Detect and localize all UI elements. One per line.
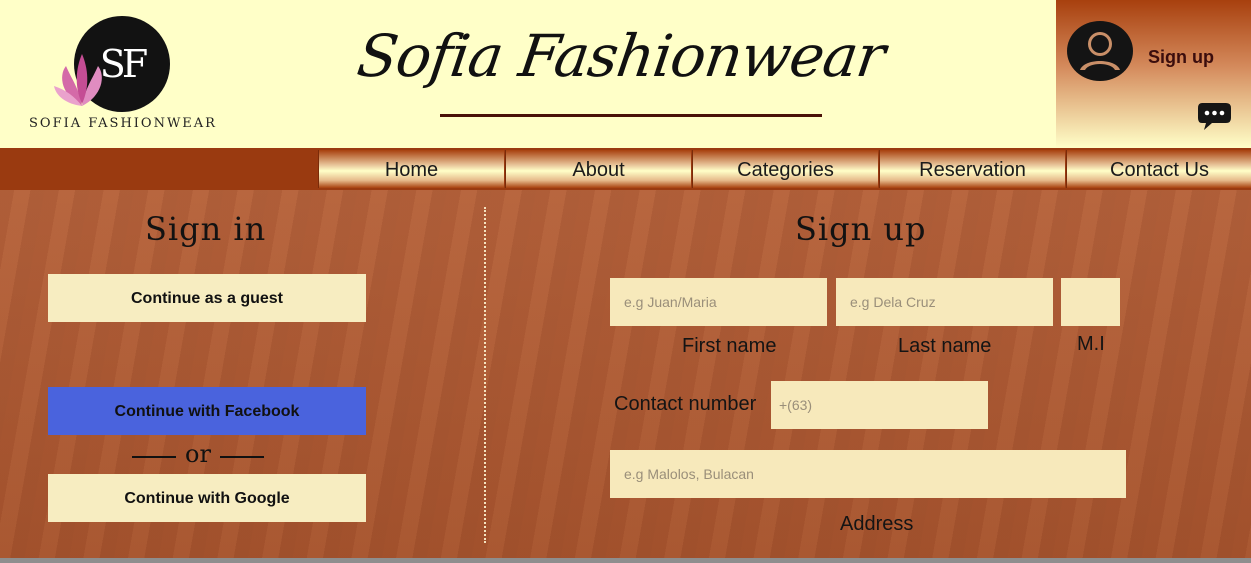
or-separator: or bbox=[132, 440, 264, 470]
middle-initial-label: M.I bbox=[1077, 333, 1105, 355]
signin-title: Sign in bbox=[145, 210, 267, 248]
brand-underline bbox=[440, 114, 822, 117]
user-avatar-icon[interactable] bbox=[1066, 20, 1134, 82]
brand-logo[interactable]: SF SOFIA FASHIONWEAR bbox=[12, 10, 232, 140]
nav-home[interactable]: Home bbox=[318, 150, 504, 188]
section-divider bbox=[484, 207, 486, 543]
site-header: SF SOFIA FASHIONWEAR Sofia Fashionwear S… bbox=[0, 0, 1251, 148]
logo-wordmark: SOFIA FASHIONWEAR bbox=[29, 116, 217, 131]
or-line-left bbox=[132, 456, 176, 458]
first-name-input[interactable] bbox=[610, 278, 827, 326]
contact-number-input[interactable] bbox=[771, 381, 988, 429]
nav-reservation[interactable]: Reservation bbox=[879, 150, 1065, 188]
header-signup-link[interactable]: Sign up bbox=[1148, 47, 1214, 68]
facebook-button[interactable]: Continue with Facebook bbox=[48, 387, 366, 435]
user-panel: Sign up bbox=[1056, 0, 1251, 148]
nav-categories[interactable]: Categories bbox=[692, 150, 878, 188]
first-name-label: First name bbox=[682, 335, 777, 357]
bottom-scrollbar[interactable] bbox=[0, 558, 1251, 563]
last-name-label: Last name bbox=[898, 335, 992, 357]
or-text: or bbox=[185, 440, 211, 468]
last-name-input[interactable] bbox=[836, 278, 1053, 326]
chat-bubble-icon[interactable] bbox=[1198, 100, 1234, 132]
lotus-flower-icon bbox=[54, 54, 102, 106]
nav-contact-us[interactable]: Contact Us bbox=[1066, 150, 1251, 188]
address-input[interactable] bbox=[610, 450, 1126, 498]
signup-title: Sign up bbox=[795, 210, 927, 248]
address-label: Address bbox=[840, 513, 914, 535]
or-line-right bbox=[220, 456, 264, 458]
contact-number-label: Contact number bbox=[614, 393, 757, 415]
brand-title: Sofia Fashionwear bbox=[353, 22, 889, 90]
google-button[interactable]: Continue with Google bbox=[48, 474, 366, 522]
nav-about[interactable]: About bbox=[505, 150, 691, 188]
guest-button[interactable]: Continue as a guest bbox=[48, 274, 366, 322]
main-navigation: Home About Categories Reservation Contac… bbox=[0, 148, 1251, 190]
middle-initial-input[interactable] bbox=[1061, 278, 1120, 326]
